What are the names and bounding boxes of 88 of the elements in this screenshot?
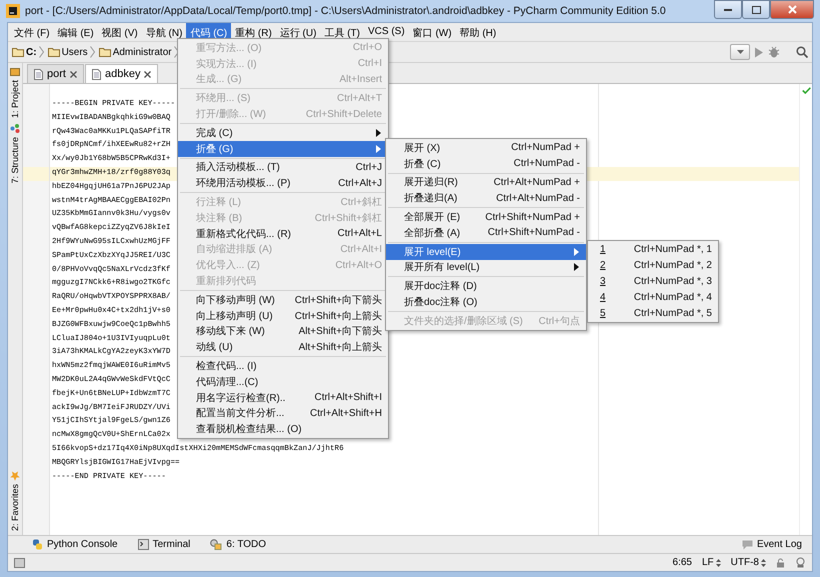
speech-bubble-icon [742, 540, 753, 550]
menu-item[interactable]: 向上移动声明 (U) Ctrl+Shift+向上箭头 [178, 308, 388, 324]
caret-icon [736, 50, 744, 54]
menu-bar-item[interactable]: 视图 (V) [98, 23, 142, 41]
menu-item[interactable]: 全部展开 (E) Ctrl+Shift+NumPad + [386, 209, 586, 225]
menu-item[interactable]: 3 Ctrl+NumPad *, 3 [588, 274, 718, 290]
encoding-selector[interactable]: UTF-8 [730, 557, 766, 568]
line-separator-selector[interactable]: LF [702, 557, 721, 568]
menu-bar-item[interactable]: 帮助 (H) [456, 23, 500, 41]
menu-item[interactable]: 完成 (C) [178, 124, 388, 141]
menu-item[interactable]: 折叠doc注释 (O) [386, 294, 586, 310]
folder-icon [98, 47, 111, 57]
search-icon[interactable] [796, 46, 808, 58]
panel-toggle-icon[interactable] [14, 558, 25, 568]
menu-bar-item[interactable]: VCS (S) [364, 23, 409, 41]
lock-icon[interactable] [776, 558, 785, 568]
checkmark-icon [802, 87, 810, 94]
tool-window-button[interactable]: Terminal [138, 539, 190, 550]
menu-item[interactable]: 展开递归(R) Ctrl+Alt+NumPad + [386, 174, 586, 190]
menu-item[interactable]: 全部折叠 (A) Ctrl+Shift+NumPad - [386, 224, 586, 241]
inspector-icon[interactable] [795, 557, 806, 568]
maximize-button[interactable] [742, 0, 770, 19]
chevron-icon [90, 46, 95, 58]
menu-bar-item[interactable]: 窗口 (W) [408, 23, 456, 41]
close-icon[interactable] [144, 70, 152, 78]
window-title: port - [C:/Users/Administrator/AppData/Local/Temp/port0.tmp] - C:\Users\Administrator\.android\adbkey - PyCharm Community Edition 5.0 [25, 5, 667, 17]
menu-item[interactable]: 4 Ctrl+NumPad *, 4 [588, 289, 718, 306]
breadcrumb[interactable]: Administrator [98, 46, 179, 58]
app-logo-icon [6, 4, 20, 18]
tool-window-tab[interactable]: 2: Favorites [10, 470, 20, 531]
editor-tab[interactable]: adbkey [84, 64, 158, 83]
file-icon [92, 68, 101, 80]
close-icon [788, 5, 796, 14]
menu-bar-item[interactable]: 编辑 (E) [54, 23, 98, 41]
terminal-icon [138, 539, 149, 550]
minimize-button[interactable] [714, 0, 742, 19]
folder-icon [12, 47, 24, 57]
menu-item[interactable]: 配置当前文件分析... Ctrl+Alt+Shift+H [178, 406, 388, 422]
tool-window-button[interactable]: Python Console [32, 539, 118, 550]
menu-item[interactable]: 环绕用活动模板... (P) Ctrl+Alt+J [178, 175, 388, 192]
menu-item[interactable]: 展开 (X) Ctrl+NumPad + [386, 140, 586, 156]
breadcrumb[interactable]: Users [48, 46, 95, 58]
menu-item[interactable]: 动线 (U) Alt+Shift+向上箭头 [178, 339, 388, 356]
todo-icon [210, 539, 222, 550]
menu-item[interactable]: 重新格式化代码... (R) Ctrl+Alt+L [178, 226, 388, 242]
minimize-icon [724, 8, 732, 11]
menu-item[interactable]: 折叠递归(A) Ctrl+Alt+NumPad - [386, 190, 586, 206]
caret-position[interactable]: 6:65 [672, 557, 692, 568]
close-icon[interactable] [70, 70, 77, 78]
run-config-dropdown[interactable] [730, 44, 750, 60]
structure-icon [10, 124, 20, 134]
tool-window-tab[interactable]: 1: Project [10, 67, 20, 118]
menu-item[interactable]: 2 Ctrl+NumPad *, 2 [588, 258, 718, 274]
menu-item[interactable]: 检查代码... (I) [178, 358, 388, 374]
python-icon [32, 539, 43, 550]
maximize-icon [752, 6, 760, 14]
menu-bar-item[interactable]: 工具 (T) [320, 23, 364, 41]
menu-bar-item[interactable]: 重构 (R) [231, 23, 276, 41]
up-down-icon [761, 558, 766, 566]
up-down-icon [716, 558, 721, 566]
tool-window-tab[interactable]: 7: Structure [10, 124, 20, 184]
close-button[interactable] [770, 0, 814, 19]
folder-icon [10, 67, 20, 77]
menu-item[interactable]: 展开所有 level(L) [386, 260, 586, 276]
tool-window-button[interactable]: 6: TODO [210, 539, 266, 550]
folder-icon [48, 47, 60, 57]
menu-item[interactable]: 插入活动模板... (T) Ctrl+J [178, 160, 388, 176]
menu-item[interactable]: 展开 level(E) [386, 244, 586, 260]
event-log-button[interactable]: Event Log [742, 539, 802, 550]
editor-tab[interactable]: port [27, 64, 84, 83]
menu-item[interactable]: 5 Ctrl+NumPad *, 5 [588, 305, 718, 321]
menu-item[interactable]: 用名字运行检查(R).. Ctrl+Alt+Shift+I [178, 390, 388, 406]
menu-item[interactable]: 查看脱机检查结果... (O) [178, 421, 388, 438]
file-icon [34, 68, 43, 80]
menu-item[interactable]: 1 Ctrl+NumPad *, 1 [588, 242, 718, 258]
menu-item[interactable]: 代码清理...(C) [178, 374, 388, 390]
bug-icon[interactable] [768, 46, 780, 58]
menu-item[interactable]: 展开doc注释 (D) [386, 278, 586, 294]
menu-bar-item[interactable]: 文件 (F) [10, 23, 54, 41]
menu-item[interactable]: 折叠 (C) Ctrl+NumPad - [386, 156, 586, 172]
chevron-icon [38, 46, 44, 58]
menu-item[interactable]: 折叠 (G) [178, 140, 388, 157]
star-icon [10, 470, 20, 481]
menu-item[interactable]: 向下移动声明 (W) Ctrl+Shift+向下箭头 [178, 292, 388, 308]
menu-bar-item[interactable]: 运行 (U) [276, 23, 320, 41]
menu-bar-item[interactable]: 导航 (N) [142, 23, 186, 41]
menu-item[interactable]: 移动线下来 (W) Alt+Shift+向下箭头 [178, 324, 388, 340]
breadcrumb[interactable]: C: [12, 46, 44, 58]
